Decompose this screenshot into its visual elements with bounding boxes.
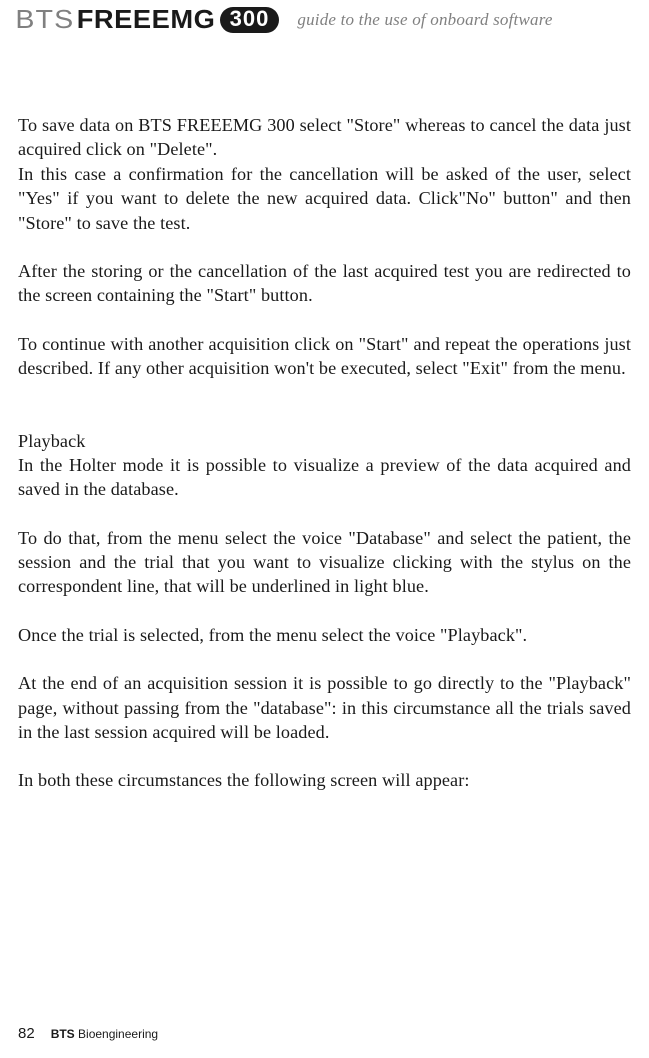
paragraph: To do that, from the menu select the voi… [18, 526, 631, 599]
paragraph: To save data on BTS FREEEMG 300 select "… [18, 113, 631, 162]
footer-brand-bold: BTS [51, 1027, 75, 1041]
paragraph: In the Holter mode it is possible to vis… [18, 453, 631, 502]
paragraph: Once the trial is selected, from the men… [18, 623, 631, 647]
section-title-playback: Playback [18, 429, 631, 453]
header-subtitle: guide to the use of onboard software [297, 10, 552, 30]
logo-bts-text: BTS [15, 4, 74, 35]
footer-brand-rest: Bioengineering [75, 1027, 158, 1041]
paragraph: In both these circumstances the followin… [18, 768, 631, 792]
paragraph: In this case a confirmation for the canc… [18, 162, 631, 235]
logo-freeemg-text: FREEEMG [76, 4, 215, 35]
paragraph: At the end of an acquisition session it … [18, 671, 631, 744]
page-header: BTS FREEEMG 300 guide to the use of onbo… [0, 0, 649, 35]
page-content: To save data on BTS FREEEMG 300 select "… [0, 35, 649, 793]
product-logo: BTS FREEEMG 300 [18, 4, 279, 35]
paragraph: After the storing or the cancellation of… [18, 259, 631, 308]
page-footer: 82 BTS Bioengineering [18, 1025, 158, 1042]
paragraph: To continue with another acquisition cli… [18, 332, 631, 381]
footer-brand: BTS Bioengineering [51, 1027, 158, 1041]
page-number: 82 [18, 1025, 35, 1042]
logo-300-badge: 300 [220, 7, 280, 33]
